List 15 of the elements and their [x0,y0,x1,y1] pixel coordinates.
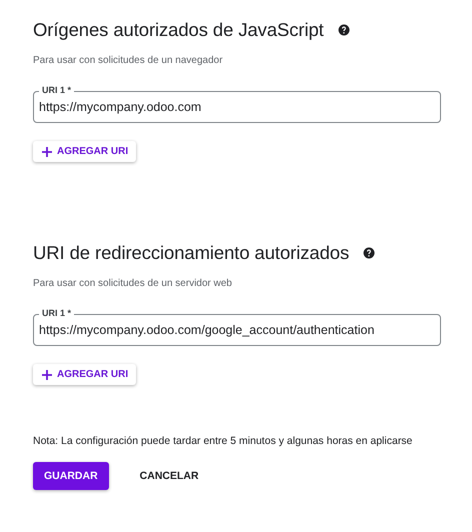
help-icon[interactable] [338,24,350,36]
add-uri-button[interactable]: AGREGAR URI [33,141,136,162]
section-subtitle: Para usar con solicitudes de un navegador [33,55,224,66]
cancel-button[interactable]: CANCELAR [128,462,210,490]
field-label: URI 1 * [39,84,74,96]
field-label: URI 1 * [39,307,74,319]
section-subtitle: Para usar con solicitudes de un servidor web [33,278,233,289]
section-title: URI de redireccionamiento autorizados [33,242,350,264]
plus-icon [42,370,52,380]
add-uri-button[interactable]: AGREGAR URI [33,364,136,385]
help-icon[interactable] [363,247,376,259]
section-title: Orígenes autorizados de JavaScript [33,19,324,41]
save-button[interactable]: GUARDAR [33,462,109,490]
note-text: Nota: La configuración puede tardar entre 5 minutos y algunas horas en aplicarse [33,435,414,447]
plus-icon [42,146,52,156]
